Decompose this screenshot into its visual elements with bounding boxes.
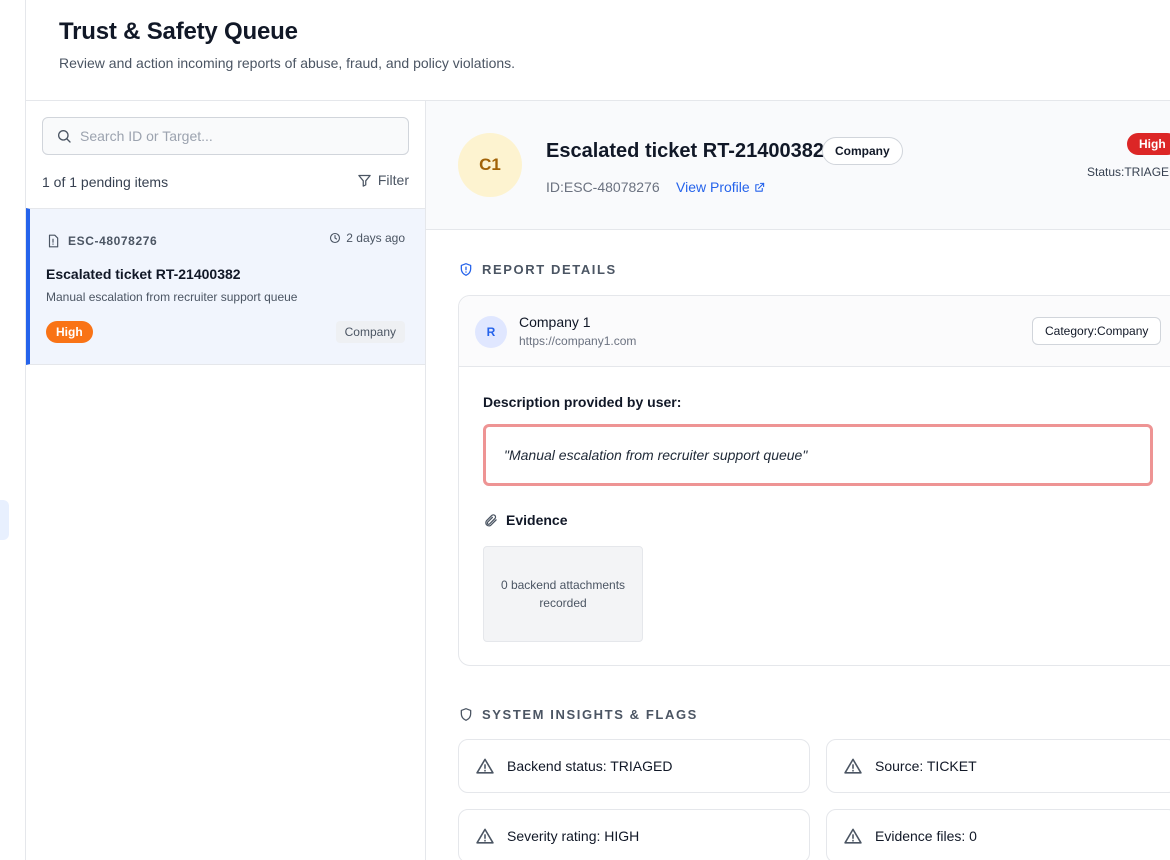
queue-item-time: 2 days ago [329,231,405,245]
external-link-icon [754,182,764,192]
left-rail [0,0,26,860]
pending-count: 1 of 1 pending items [42,174,169,190]
detail-header: C1 Escalated ticket RT-21400382 Company … [426,101,1170,230]
filter-label: Filter [377,172,409,188]
queue-item-title: Escalated ticket RT-21400382 [46,266,241,282]
page-subtitle: Review and action incoming reports of ab… [59,55,516,71]
queue-item-id: ESC-48078276 [68,234,158,248]
category-pill: Category:Company [1032,317,1162,345]
shield-icon [460,708,472,721]
warning-icon [476,828,494,844]
flag-backend-status: Backend status: TRIAGED [458,739,810,793]
flag-severity-rating: Severity rating: HIGH [458,809,810,860]
reporter-url: https://company1.com [519,334,637,348]
detail-id: ID:ESC-48078276 [546,179,660,195]
detail-title: Escalated ticket RT-21400382 [546,140,824,162]
queue-item[interactable]: ESC-48078276 2 days ago Escalated ticket… [26,208,425,365]
description-label: Description provided by user: [483,394,682,410]
evidence-empty-state: 0 backend attachments recorded [483,546,643,642]
flag-text: Severity rating: HIGH [507,828,640,844]
detail-status: Status:TRIAGED [1087,165,1170,179]
paperclip-icon [485,513,497,526]
reporter-row: R Company 1 https://company1.com Categor… [459,296,1170,367]
flag-text: Evidence files: 0 [875,828,977,844]
filter-icon [358,174,371,187]
flag-source: Source: TICKET [826,739,1170,793]
detail-panel: C1 Escalated ticket RT-21400382 Company … [426,101,1170,860]
reporter-name: Company 1 [519,314,591,330]
report-details-title: REPORT DETAILS [482,262,617,277]
queue-item-description: Manual escalation from recruiter support… [46,290,298,304]
view-profile-label: View Profile [676,179,750,195]
warning-icon [844,828,862,844]
queue-item-type: Company [335,321,405,343]
filter-button[interactable]: Filter [357,172,409,188]
target-type-pill: Company [822,137,903,165]
warning-icon [476,758,494,774]
flag-evidence-files: Evidence files: 0 [826,809,1170,860]
queue-item-time-text: 2 days ago [346,231,405,245]
report-details-heading: REPORT DETAILS [459,262,617,277]
page-title: Trust & Safety Queue [59,18,298,45]
clock-icon [330,232,341,244]
target-avatar: C1 [458,133,522,197]
insights-title: SYSTEM INSIGHTS & FLAGS [482,707,698,722]
shield-alert-icon [460,263,472,276]
search-input[interactable] [80,128,380,144]
evidence-heading: Evidence [483,512,567,528]
description-quote: "Manual escalation from recruiter suppor… [483,424,1153,486]
search-icon [58,130,71,143]
queue-panel: 1 of 1 pending items Filter ESC-48078276… [26,101,426,860]
page-header: Trust & Safety Queue Review and action i… [26,0,1170,101]
view-profile-link[interactable]: View Profile [676,179,765,195]
severity-badge: High [46,321,93,343]
warning-icon [844,758,862,774]
rail-active-marker[interactable] [0,500,9,540]
flag-text: Source: TICKET [875,758,977,774]
reporter-avatar: R [475,316,507,348]
report-file-icon [48,234,59,248]
flag-text: Backend status: TRIAGED [507,758,673,774]
report-card: R Company 1 https://company1.com Categor… [458,295,1170,666]
insights-heading: SYSTEM INSIGHTS & FLAGS [459,707,698,722]
search-box[interactable] [42,117,409,155]
evidence-title: Evidence [506,512,568,528]
detail-severity-badge: High [1127,133,1170,155]
